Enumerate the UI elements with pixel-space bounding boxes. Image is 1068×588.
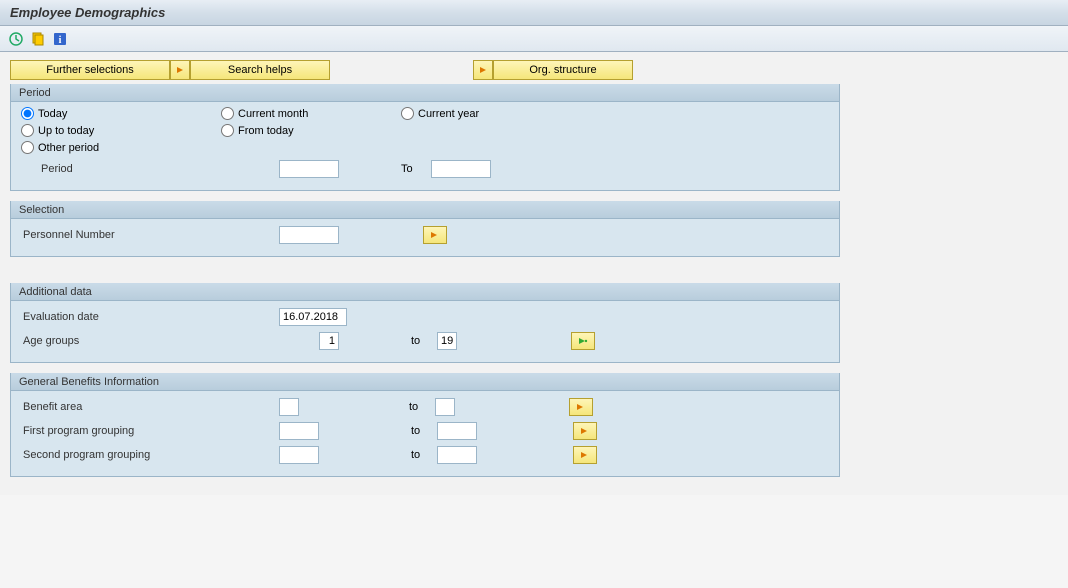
radio-up-to-today-label: Up to today	[38, 125, 94, 137]
radio-from-today[interactable]: From today	[221, 124, 391, 137]
additional-data-groupbox: Additional data Evaluation date Age grou…	[10, 283, 840, 363]
evaluation-date-label: Evaluation date	[21, 311, 279, 323]
age-groups-label: Age groups	[21, 335, 319, 347]
radio-up-to-today-input[interactable]	[21, 124, 34, 137]
evaluation-date-input[interactable]	[279, 308, 347, 326]
second-program-row: Second program grouping to	[21, 444, 829, 465]
radio-current-year-label: Current year	[418, 108, 479, 120]
selection-title: Selection	[11, 201, 839, 219]
radio-up-to-today[interactable]: Up to today	[21, 124, 211, 137]
radio-current-year[interactable]: Current year	[401, 107, 479, 120]
radio-other-period-label: Other period	[38, 142, 99, 154]
period-to-label: To	[391, 163, 431, 175]
radio-from-today-input[interactable]	[221, 124, 234, 137]
age-groups-from-input[interactable]	[319, 332, 339, 350]
radio-current-month[interactable]: Current month	[221, 107, 391, 120]
first-program-row: First program grouping to	[21, 420, 829, 441]
search-helps-arrow[interactable]	[170, 60, 190, 80]
variant-icon[interactable]	[30, 31, 46, 47]
radio-today-input[interactable]	[21, 107, 34, 120]
personnel-number-input[interactable]	[279, 226, 339, 244]
org-structure-arrow[interactable]	[473, 60, 493, 80]
benefits-groupbox: General Benefits Information Benefit are…	[10, 373, 840, 477]
personnel-number-multi-button[interactable]	[423, 226, 447, 244]
period-field-label: Period	[21, 163, 279, 175]
period-to-input[interactable]	[431, 160, 491, 178]
radio-current-month-label: Current month	[238, 108, 308, 120]
titlebar: Employee Demographics	[0, 0, 1068, 26]
benefit-area-to-input[interactable]	[435, 398, 455, 416]
benefit-area-from-input[interactable]	[279, 398, 299, 416]
benefit-area-label: Benefit area	[21, 401, 279, 413]
radio-current-year-input[interactable]	[401, 107, 414, 120]
radio-from-today-label: From today	[238, 125, 294, 137]
svg-text:i: i	[59, 35, 62, 46]
radio-today[interactable]: Today	[21, 107, 211, 120]
second-program-label: Second program grouping	[21, 449, 279, 461]
radio-current-month-input[interactable]	[221, 107, 234, 120]
age-groups-multi-button[interactable]	[571, 332, 595, 350]
benefit-area-row: Benefit area to	[21, 396, 829, 417]
second-program-to-label: to	[401, 449, 437, 461]
radio-today-label: Today	[38, 108, 67, 120]
period-groupbox: Period Today Current month Current year	[10, 84, 840, 191]
search-helps-button[interactable]: Search helps	[190, 60, 330, 80]
benefit-area-to-label: to	[399, 401, 435, 413]
radio-other-period-input[interactable]	[21, 141, 34, 154]
selection-groupbox: Selection Personnel Number	[10, 201, 840, 257]
button-row: Further selections Search helps Org. str…	[10, 60, 1058, 80]
benefits-title: General Benefits Information	[11, 373, 839, 391]
radio-other-period[interactable]: Other period	[21, 141, 211, 154]
first-program-to-input[interactable]	[437, 422, 477, 440]
further-selections-button[interactable]: Further selections	[10, 60, 170, 80]
second-program-to-input[interactable]	[437, 446, 477, 464]
first-program-multi-button[interactable]	[573, 422, 597, 440]
additional-data-title: Additional data	[11, 283, 839, 301]
age-groups-to-input[interactable]	[437, 332, 457, 350]
toolbar: i	[0, 26, 1068, 52]
personnel-number-label: Personnel Number	[21, 229, 279, 241]
second-program-from-input[interactable]	[279, 446, 319, 464]
first-program-label: First program grouping	[21, 425, 279, 437]
org-structure-button[interactable]: Org. structure	[493, 60, 633, 80]
benefit-area-multi-button[interactable]	[569, 398, 593, 416]
second-program-multi-button[interactable]	[573, 446, 597, 464]
first-program-from-input[interactable]	[279, 422, 319, 440]
period-title: Period	[11, 84, 839, 102]
first-program-to-label: to	[401, 425, 437, 437]
info-icon[interactable]: i	[52, 31, 68, 47]
age-groups-to-label: to	[401, 335, 437, 347]
page-title: Employee Demographics	[10, 5, 165, 20]
period-from-input[interactable]	[279, 160, 339, 178]
execute-icon[interactable]	[8, 31, 24, 47]
content-area: Further selections Search helps Org. str…	[0, 52, 1068, 495]
